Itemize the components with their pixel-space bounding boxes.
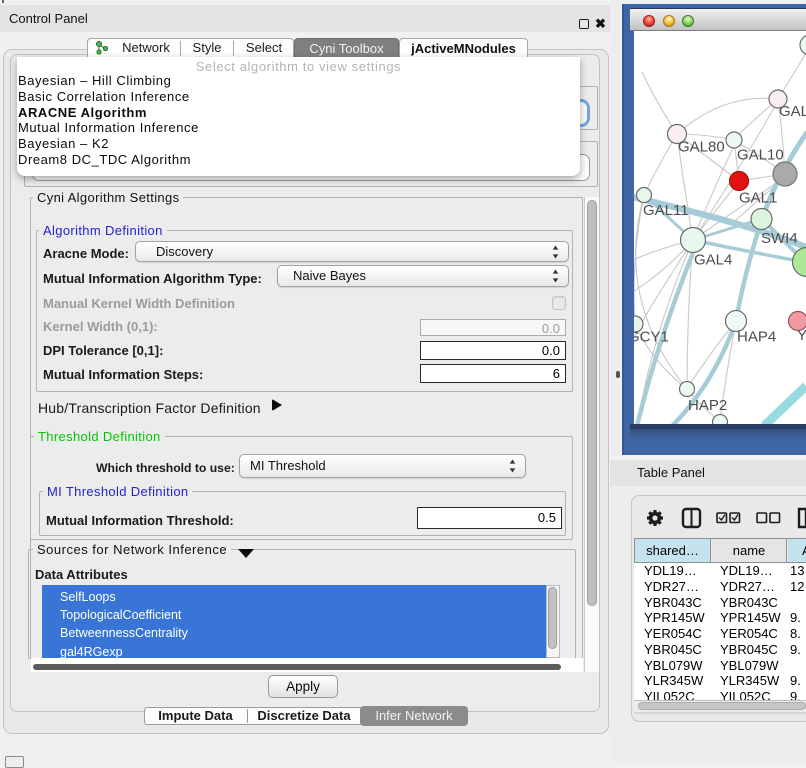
svg-text:SWI4: SWI4 [761, 230, 798, 247]
svg-text:GAL7: GAL7 [779, 103, 806, 120]
svg-text:GCY1: GCY1 [634, 329, 669, 346]
svg-text:GAL1: GAL1 [739, 190, 777, 207]
svg-text:GAL11: GAL11 [643, 202, 689, 219]
svg-text:GAL80: GAL80 [678, 139, 725, 156]
svg-text:YE: YE [797, 327, 806, 344]
svg-text:GAL10: GAL10 [737, 147, 784, 164]
svg-text:HAP2: HAP2 [688, 397, 727, 414]
svg-text:GAL4: GAL4 [694, 252, 732, 269]
svg-text:HAP4: HAP4 [737, 329, 776, 346]
